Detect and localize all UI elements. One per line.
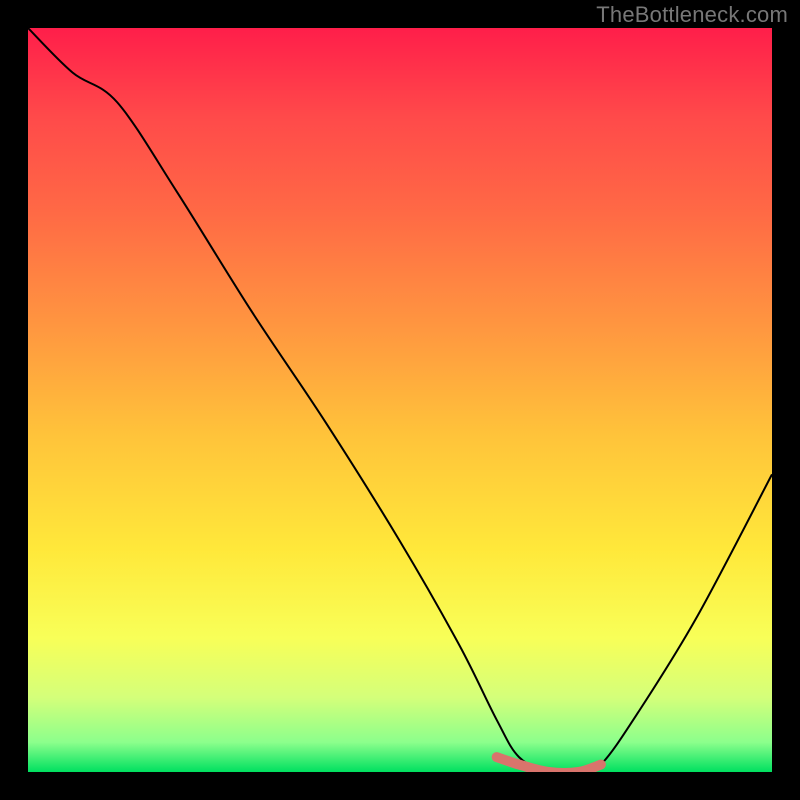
watermark-text: TheBottleneck.com bbox=[596, 2, 788, 28]
chart-svg bbox=[28, 28, 772, 772]
optimal-range-highlight bbox=[497, 757, 601, 772]
chart-frame: TheBottleneck.com bbox=[0, 0, 800, 800]
plot-area bbox=[28, 28, 772, 772]
bottleneck-curve bbox=[28, 28, 772, 772]
